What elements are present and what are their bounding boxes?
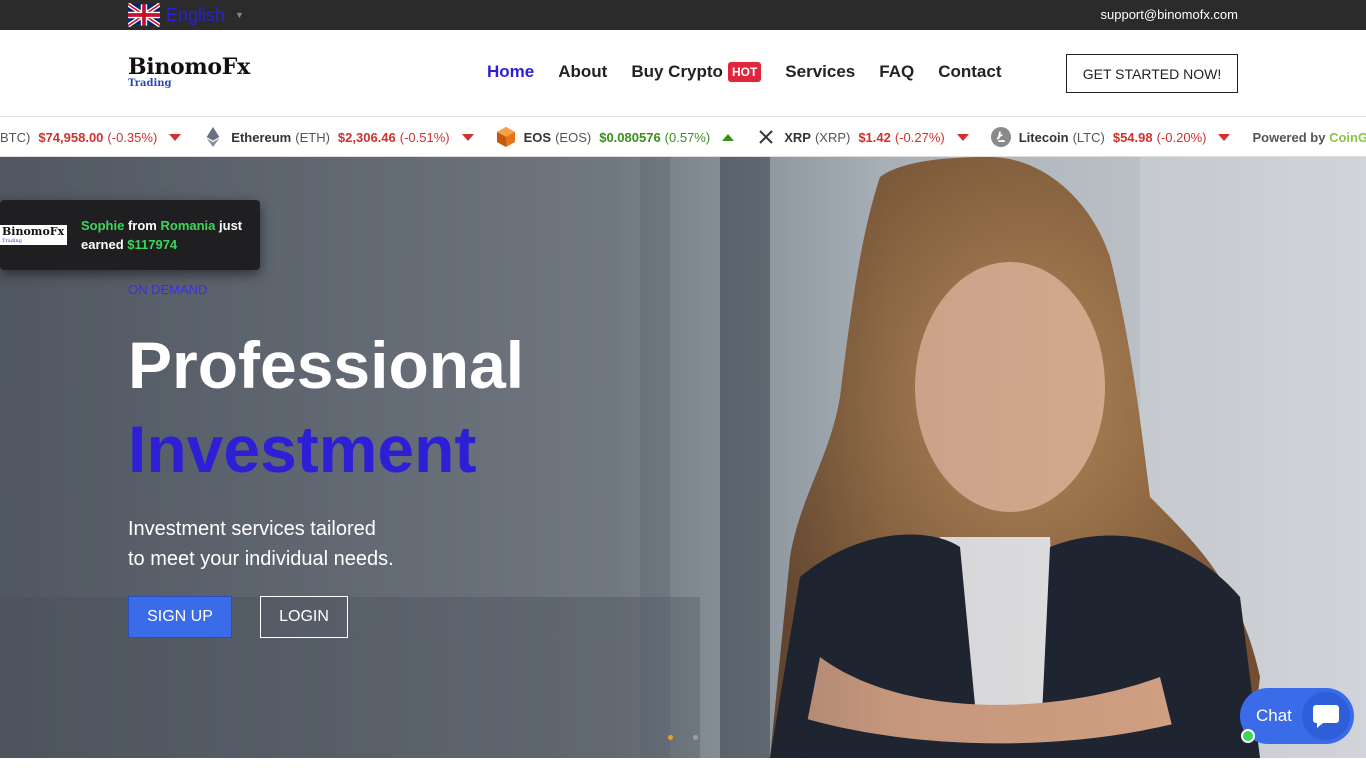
hero-eyebrow: ON DEMAND	[128, 282, 208, 297]
main-nav: Home About Buy Crypto HOT Services FAQ C…	[487, 62, 1025, 82]
brand-logo[interactable]: BinomoFx Trading	[128, 56, 250, 89]
ticker-price: $0.080576	[599, 129, 661, 145]
carousel-dots	[668, 735, 698, 740]
ticker-change: (-0.27%)	[894, 129, 945, 145]
ticker-symbol: (LTC)	[1072, 129, 1105, 145]
ticker-name: XRP	[784, 129, 811, 145]
litecoin-icon	[990, 127, 1011, 147]
arrow-down-icon	[169, 133, 182, 141]
ticker-name: EOS	[523, 129, 552, 145]
logo-name: BinomoFx	[128, 54, 250, 80]
notification-amount: $117974	[127, 237, 178, 252]
ticker-item-xrp[interactable]: XRP (XRP) $1.42 (-0.27%)	[756, 127, 969, 147]
language-selector[interactable]: English ▼	[128, 2, 244, 28]
ticker-symbol: BTC)	[0, 129, 31, 145]
ethereum-icon	[203, 127, 223, 147]
hero-subtitle-line1: Investment services tailored	[128, 518, 376, 540]
hero-title-line1: Professional	[128, 328, 525, 402]
chat-label: Chat	[1256, 706, 1292, 725]
crypto-ticker: BTC) $74,958.00 (-0.35%) Ethereum (ETH) …	[0, 116, 1366, 157]
hero-subtitle: Investment services tailored to meet you…	[128, 514, 468, 574]
xrp-icon	[756, 127, 776, 147]
language-label: English	[166, 4, 226, 25]
ticker-symbol: (XRP)	[814, 129, 851, 145]
ticker-change: (-0.20%)	[1156, 129, 1207, 145]
support-email-link[interactable]: support@binomofx.com	[1101, 7, 1238, 22]
ticker-price: $2,306.46	[337, 129, 396, 145]
eos-icon	[496, 127, 516, 147]
ticker-price: $74,958.00	[38, 129, 104, 145]
ticker-track: BTC) $74,958.00 (-0.35%) Ethereum (ETH) …	[0, 117, 1366, 156]
carousel-dot-1[interactable]	[668, 735, 673, 740]
nav-about[interactable]: About	[558, 62, 607, 82]
main-header: BinomoFx Trading Home About Buy Crypto H…	[0, 30, 1366, 116]
ticker-item-btc[interactable]: BTC) $74,958.00 (-0.35%)	[0, 129, 182, 145]
notification-from: from	[127, 218, 157, 233]
arrow-down-icon	[956, 133, 969, 141]
nav-contact[interactable]: Contact	[938, 62, 1001, 82]
arrow-down-icon	[1218, 133, 1231, 141]
top-bar: English ▼ support@binomofx.com	[0, 0, 1366, 30]
carousel-dot-2[interactable]	[693, 735, 698, 740]
arrow-up-icon	[722, 133, 735, 141]
ticker-name: Litecoin	[1018, 129, 1069, 145]
notification-text: Sophie from Romania just earned $117974	[81, 216, 256, 254]
nav-faq[interactable]: FAQ	[879, 62, 914, 82]
ticker-name: Ethereum	[231, 129, 292, 145]
ticker-symbol: (EOS)	[555, 129, 592, 145]
get-started-button[interactable]: GET STARTED NOW!	[1066, 54, 1238, 93]
uk-flag-icon	[128, 3, 160, 27]
ticker-price: $1.42	[858, 129, 891, 145]
ticker-price: $54.98	[1112, 129, 1153, 145]
nav-buy-crypto[interactable]: Buy Crypto HOT	[631, 62, 762, 82]
hero-title-line2: Investment	[128, 412, 477, 486]
coingecko-label: CoinGeck	[1329, 129, 1366, 145]
login-button[interactable]: LOGIN	[260, 596, 348, 638]
chat-bubble-icon	[1302, 692, 1350, 740]
earnings-notification: BinomoFx Trading Sophie from Romania jus…	[0, 200, 260, 270]
ticker-change: (-0.51%)	[399, 129, 450, 145]
powered-by-coingecko[interactable]: Powered by CoinGeck	[1252, 130, 1366, 145]
powered-by-label: Powered by	[1252, 129, 1326, 145]
ticker-change: (-0.35%)	[107, 129, 158, 145]
nav-home[interactable]: Home	[487, 62, 534, 82]
online-status-icon	[1241, 729, 1255, 743]
notification-logo-name: BinomoFx	[2, 225, 65, 238]
caret-down-icon: ▼	[235, 10, 244, 20]
nav-buy-crypto-label: Buy Crypto	[631, 62, 723, 81]
chat-widget-button[interactable]: Chat	[1240, 688, 1354, 744]
arrow-down-icon	[461, 133, 474, 141]
notification-logo-tagline: Trading	[2, 238, 22, 244]
nav-services[interactable]: Services	[785, 62, 855, 82]
notification-person: Sophie	[81, 218, 125, 233]
ticker-item-eos[interactable]: EOS (EOS) $0.080576 (0.57%)	[496, 127, 735, 147]
ticker-item-eth[interactable]: Ethereum (ETH) $2,306.46 (-0.51%)	[203, 127, 474, 147]
hot-badge: HOT	[727, 62, 762, 82]
ticker-item-ltc[interactable]: Litecoin (LTC) $54.98 (-0.20%)	[990, 127, 1231, 147]
notification-country: Romania	[160, 218, 216, 233]
notification-logo: BinomoFx Trading	[0, 225, 67, 245]
hero-subtitle-line2: to meet your individual needs.	[128, 548, 394, 570]
ticker-symbol: (ETH)	[295, 129, 330, 145]
ticker-change: (0.57%)	[664, 129, 711, 145]
sign-up-button[interactable]: SIGN UP	[128, 596, 232, 638]
